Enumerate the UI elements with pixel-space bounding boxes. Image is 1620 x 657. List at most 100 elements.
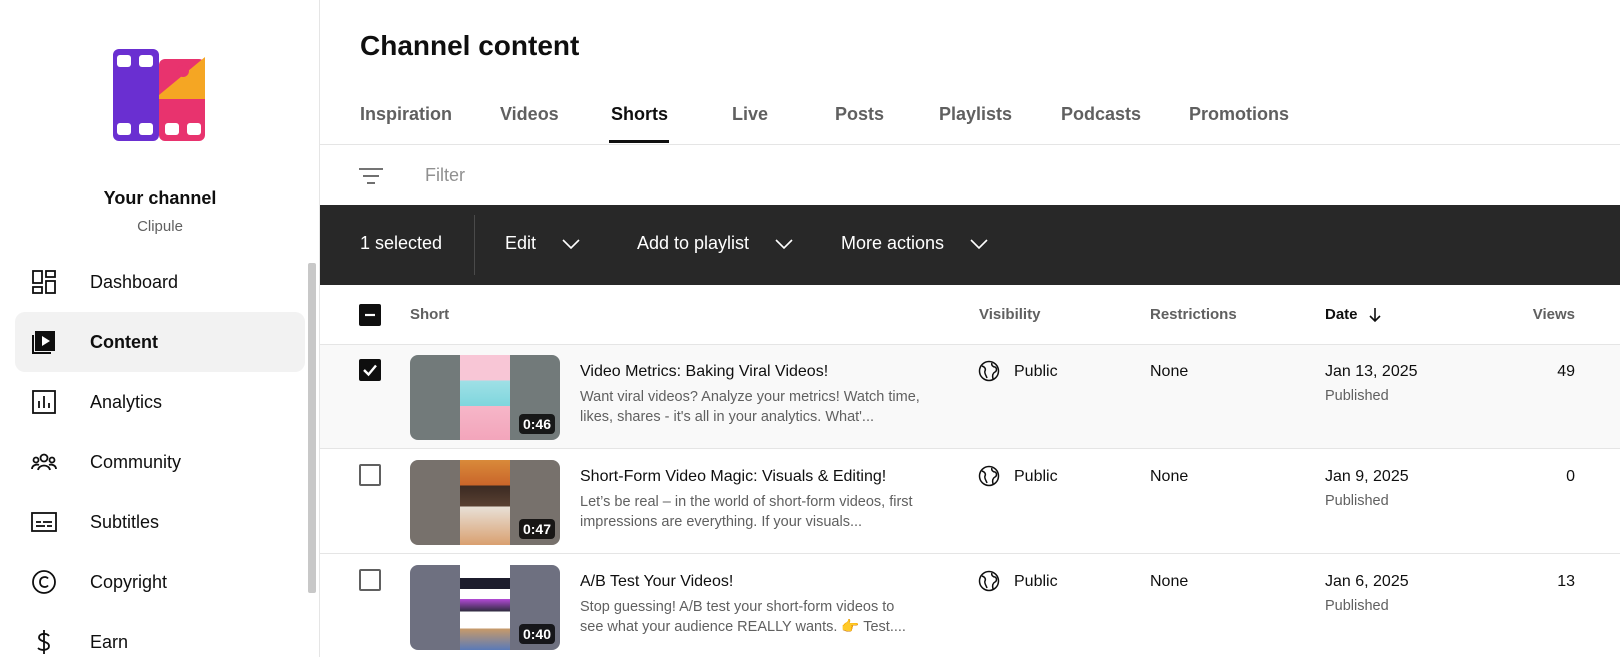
tab-inspiration[interactable]: Inspiration <box>360 104 452 125</box>
channel-logo[interactable] <box>113 49 205 141</box>
sidebar-item-label: Analytics <box>90 391 163 412</box>
duration-badge: 0:47 <box>518 519 555 539</box>
analytics-icon <box>30 388 58 416</box>
chevron-down-icon <box>970 233 988 254</box>
column-header-visibility[interactable]: Visibility <box>979 306 1040 323</box>
sidebar-item-label: Subtitles <box>90 511 160 532</box>
active-tab-indicator <box>609 140 669 143</box>
edit-label: Edit <box>505 233 537 253</box>
sidebar-item-label: Content <box>90 331 158 352</box>
video-description: Let’s be real – in the world of short-fo… <box>580 494 913 530</box>
column-header-views[interactable]: Views <box>1533 306 1575 323</box>
table-row[interactable]: 0:40 A/B Test Your Videos! Stop guessing… <box>320 555 1620 657</box>
sidebar-item-content[interactable]: Content <box>15 312 305 372</box>
earn-icon <box>30 628 58 656</box>
video-thumbnail[interactable]: 0:47 <box>410 460 560 545</box>
sidebar-item-community[interactable]: Community <box>15 432 305 492</box>
column-header-date[interactable]: Date <box>1325 306 1382 323</box>
divider <box>474 215 475 275</box>
sidebar-item-dashboard[interactable]: Dashboard <box>15 252 305 312</box>
thumbnail-image <box>460 355 510 440</box>
more-actions-button[interactable]: More actions <box>841 233 988 254</box>
video-title[interactable]: Short-Form Video Magic: Visuals & Editin… <box>580 468 886 486</box>
tab-bar: Inspiration Videos Shorts Live Posts Pla… <box>320 92 1620 145</box>
main-content: Channel content Inspiration Videos Short… <box>320 0 1620 657</box>
tab-shorts[interactable]: Shorts <box>611 104 668 125</box>
chevron-down-icon <box>775 233 793 254</box>
sidebar: Your channel Clipule Dashboard Content A… <box>0 0 320 657</box>
visibility-value[interactable]: Public <box>1014 363 1058 381</box>
thumbnail-image <box>460 460 510 545</box>
sidebar-item-label: Copyright <box>90 571 168 592</box>
video-description: Stop guessing! A/B test your short-form … <box>580 599 906 635</box>
community-icon <box>30 448 58 476</box>
date-value: Jan 13, 2025 <box>1325 363 1418 380</box>
column-header-short: Short <box>410 306 450 323</box>
page-title: Channel content <box>360 30 580 61</box>
views-value: 0 <box>1566 468 1575 485</box>
tab-live[interactable]: Live <box>732 104 768 125</box>
publish-status: Published <box>1325 388 1389 404</box>
row-checkbox[interactable] <box>359 359 381 381</box>
filter-icon[interactable] <box>358 163 384 189</box>
globe-icon <box>978 570 1000 592</box>
content-icon <box>30 328 58 356</box>
add-to-playlist-button[interactable]: Add to playlist <box>637 233 793 254</box>
edit-dropdown-button[interactable]: Edit <box>505 233 580 254</box>
row-checkbox[interactable] <box>359 464 381 486</box>
globe-icon <box>978 360 1000 382</box>
publish-status: Published <box>1325 598 1389 614</box>
column-header-restrictions[interactable]: Restrictions <box>1150 306 1237 323</box>
restrictions-value: None <box>1150 468 1189 485</box>
row-checkbox[interactable] <box>359 569 381 591</box>
duration-badge: 0:40 <box>518 624 555 644</box>
visibility-value[interactable]: Public <box>1014 573 1058 591</box>
select-all-checkbox[interactable] <box>359 304 381 326</box>
tab-videos[interactable]: Videos <box>500 104 559 125</box>
tab-podcasts[interactable]: Podcasts <box>1061 104 1141 125</box>
sidebar-item-subtitles[interactable]: Subtitles <box>15 492 305 552</box>
video-thumbnail[interactable]: 0:40 <box>410 565 560 650</box>
duration-badge: 0:46 <box>518 414 555 434</box>
table-row[interactable]: 0:47 Short-Form Video Magic: Visuals & E… <box>320 450 1620 554</box>
tab-posts[interactable]: Posts <box>835 104 884 125</box>
sidebar-item-label: Community <box>90 451 182 472</box>
tab-promotions[interactable]: Promotions <box>1189 104 1289 125</box>
sidebar-item-copyright[interactable]: Copyright <box>15 552 305 612</box>
selected-count: 1 selected <box>360 233 443 253</box>
sidebar-item-earn[interactable]: Earn <box>15 612 305 657</box>
channel-name[interactable]: Your channel <box>0 188 320 209</box>
add-to-playlist-label: Add to playlist <box>637 233 750 253</box>
table-header: Short Visibility Restrictions Date Views <box>320 285 1620 345</box>
sort-arrow-down-icon <box>1369 308 1381 323</box>
channel-handle: Clipule <box>137 218 183 235</box>
subtitles-icon <box>30 508 58 536</box>
sidebar-item-label: Dashboard <box>90 271 179 292</box>
more-actions-label: More actions <box>841 233 945 253</box>
sidebar-scrollbar[interactable] <box>308 263 316 593</box>
video-title[interactable]: A/B Test Your Videos! <box>580 573 733 591</box>
table-row[interactable]: 0:46 Video Metrics: Baking Viral Videos!… <box>320 345 1620 449</box>
publish-status: Published <box>1325 493 1389 509</box>
globe-icon <box>978 465 1000 487</box>
copyright-icon <box>30 568 58 596</box>
video-description: Want viral videos? Analyze your metrics!… <box>580 389 920 425</box>
tab-playlists[interactable]: Playlists <box>939 104 1012 125</box>
video-title[interactable]: Video Metrics: Baking Viral Videos! <box>580 363 828 381</box>
restrictions-value: None <box>1150 573 1189 590</box>
dashboard-icon <box>30 268 58 296</box>
bulk-action-bar: 1 selected Edit Add to playlist More act… <box>320 205 1620 285</box>
date-value: Jan 9, 2025 <box>1325 468 1409 485</box>
sidebar-item-analytics[interactable]: Analytics <box>15 372 305 432</box>
visibility-value[interactable]: Public <box>1014 468 1058 486</box>
chevron-down-icon <box>562 233 580 254</box>
video-thumbnail[interactable]: 0:46 <box>410 355 560 440</box>
filter-bar <box>320 145 1620 205</box>
views-value: 49 <box>1557 363 1575 380</box>
views-value: 13 <box>1557 573 1575 590</box>
sidebar-item-label: Earn <box>90 631 129 652</box>
filter-input[interactable] <box>425 158 1025 192</box>
restrictions-value: None <box>1150 363 1189 380</box>
thumbnail-image <box>460 565 510 650</box>
date-value: Jan 6, 2025 <box>1325 573 1409 590</box>
